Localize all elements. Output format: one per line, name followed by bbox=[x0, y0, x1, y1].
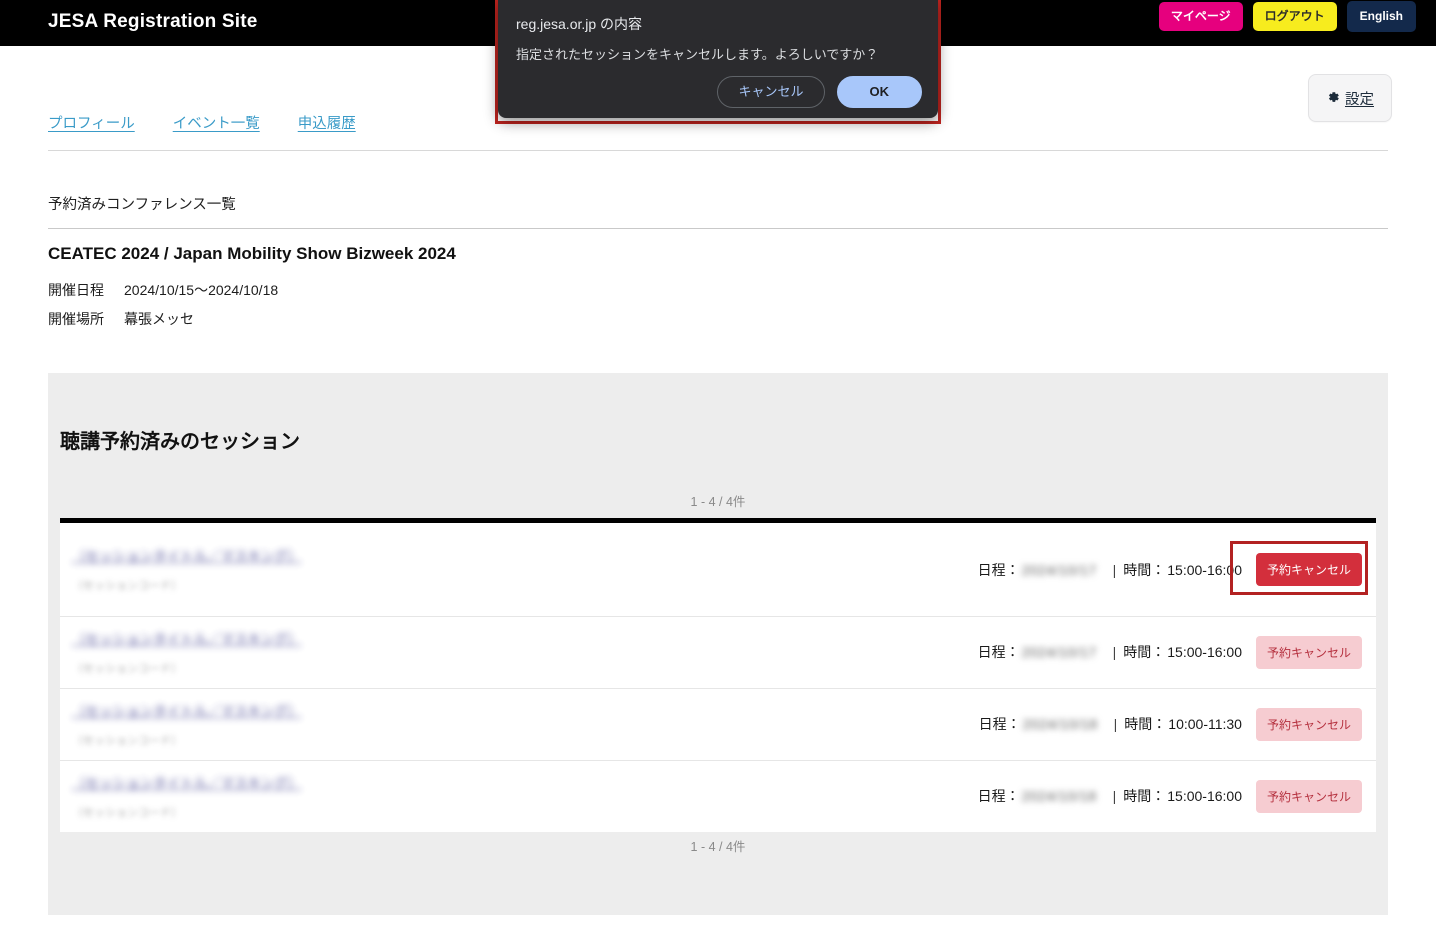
sessions-table: （セッションタイトル／マスキング） （セッションコード） 日程： 2024/10… bbox=[60, 518, 1376, 832]
dialog-origin: reg.jesa.or.jp の内容 bbox=[516, 16, 643, 32]
dialog-ok-button[interactable]: OK bbox=[836, 75, 922, 108]
table-row: （セッションタイトル／マスキング） （セッションコード） 日程： 2024/10… bbox=[60, 761, 1376, 832]
nav-link-profile[interactable]: プロフィール bbox=[48, 112, 135, 133]
meta-key-dates: 開催日程 bbox=[48, 282, 104, 298]
conference-meta: 開催日程 2024/10/15〜2024/10/18 開催場所 幕張メッセ bbox=[48, 280, 278, 338]
meta-key-venue: 開催場所 bbox=[48, 311, 104, 327]
dialog-actions: キャンセル OK bbox=[717, 75, 922, 108]
table-row: （セッションタイトル／マスキング） （セッションコード） 日程： 2024/10… bbox=[60, 617, 1376, 689]
conference-meta-row: 開催日程 2024/10/15〜2024/10/18 bbox=[48, 280, 278, 300]
date-label: 日程： bbox=[978, 716, 1021, 733]
session-schedule: 日程： 2024/10/18 | 時間： 10:00-11:30 予約キャンセル bbox=[979, 707, 1362, 741]
time-label: 時間： bbox=[1124, 716, 1167, 733]
session-info: （セッションタイトル／マスキング） （セッションコード） bbox=[72, 546, 978, 593]
site-title: JESA Registration Site bbox=[48, 11, 258, 32]
session-subtitle: （セッションコード） bbox=[72, 734, 182, 747]
cancel-reservation-button[interactable]: 予約キャンセル bbox=[1255, 553, 1362, 586]
datetime-separator: | bbox=[1113, 716, 1118, 733]
datetime-separator: | bbox=[1112, 788, 1117, 805]
date-label: 日程： bbox=[977, 788, 1020, 805]
page-section-heading: 予約済みコンファレンス一覧 bbox=[48, 193, 1388, 229]
language-english-button[interactable]: English bbox=[1346, 1, 1416, 33]
app-page: JESA Registration Site マイページ ログアウト Engli… bbox=[0, 0, 1436, 930]
cancel-reservation-button[interactable]: 予約キャンセル bbox=[1255, 707, 1362, 741]
session-subtitle: （セッションコード） bbox=[72, 579, 182, 592]
cancel-reservation-button[interactable]: 予約キャンセル bbox=[1255, 779, 1362, 813]
table-row: （セッションタイトル／マスキング） （セッションコード） 日程： 2024/10… bbox=[60, 689, 1376, 761]
datetime-separator: | bbox=[1112, 561, 1117, 578]
session-schedule: 日程： 2024/10/18 | 時間： 15:00-16:00 予約キャンセル bbox=[978, 779, 1362, 813]
meta-value-venue: 幕張メッセ bbox=[124, 311, 194, 327]
session-title-link[interactable]: （セッションタイトル／マスキング） bbox=[72, 776, 301, 791]
nav-link-application-history[interactable]: 申込履歴 bbox=[298, 112, 356, 133]
session-date-value: 2024/10/17 bbox=[1021, 561, 1097, 578]
session-datetime: 日程： 2024/10/18 | 時間： 10:00-11:30 bbox=[979, 714, 1242, 734]
session-datetime: 日程： 2024/10/17 | 時間： 15:00-16:00 bbox=[978, 560, 1242, 580]
pagination-bottom: 1 - 4 / 4件 bbox=[690, 840, 746, 854]
session-date-value: 2024/10/18 bbox=[1022, 716, 1098, 733]
session-date-value: 2024/10/18 bbox=[1021, 788, 1097, 805]
time-label: 時間： bbox=[1123, 644, 1166, 661]
conference-title: CEATEC 2024 / Japan Mobility Show Bizwee… bbox=[48, 244, 456, 263]
date-label: 日程： bbox=[977, 644, 1020, 661]
session-subtitle: （セッションコード） bbox=[72, 806, 182, 819]
nav-link-event-list[interactable]: イベント一覧 bbox=[173, 112, 260, 133]
confirm-dialog: reg.jesa.or.jp の内容 指定されたセッションをキャンセルします。よ… bbox=[498, 0, 938, 118]
session-info: （セッションタイトル／マスキング） （セッションコード） bbox=[72, 773, 978, 820]
session-time-value: 15:00-16:00 bbox=[1167, 561, 1242, 578]
logout-button[interactable]: ログアウト bbox=[1252, 2, 1337, 32]
session-title-link[interactable]: （セッションタイトル／マスキング） bbox=[72, 549, 301, 564]
session-title-link[interactable]: （セッションタイトル／マスキング） bbox=[72, 704, 301, 719]
session-title-link[interactable]: （セッションタイトル／マスキング） bbox=[72, 632, 301, 647]
dialog-cancel-button[interactable]: キャンセル bbox=[717, 75, 825, 108]
session-datetime: 日程： 2024/10/18 | 時間： 15:00-16:00 bbox=[978, 786, 1242, 806]
session-schedule: 日程： 2024/10/17 | 時間： 15:00-16:00 予約キャンセル bbox=[978, 553, 1362, 586]
session-info: （セッションタイトル／マスキング） （セッションコード） bbox=[72, 701, 979, 748]
mypage-button[interactable]: マイページ bbox=[1158, 2, 1243, 32]
table-row: （セッションタイトル／マスキング） （セッションコード） 日程： 2024/10… bbox=[60, 523, 1376, 617]
session-schedule: 日程： 2024/10/17 | 時間： 15:00-16:00 予約キャンセル bbox=[978, 635, 1362, 669]
session-date-value: 2024/10/17 bbox=[1021, 644, 1097, 661]
reserved-sessions-panel: 聴講予約済みのセッション 1 - 4 / 4件 （セッションタイトル／マスキング… bbox=[48, 373, 1388, 915]
date-label: 日程： bbox=[977, 561, 1020, 578]
settings-label: 設定 bbox=[1345, 91, 1374, 108]
dialog-message: 指定されたセッションをキャンセルします。よろしいですか？ bbox=[516, 47, 879, 62]
gear-icon bbox=[1326, 90, 1340, 106]
session-time-value: 10:00-11:30 bbox=[1168, 716, 1242, 733]
conference-meta-row: 開催場所 幕張メッセ bbox=[48, 309, 278, 329]
session-subtitle: （セッションコード） bbox=[72, 662, 182, 675]
session-datetime: 日程： 2024/10/17 | 時間： 15:00-16:00 bbox=[978, 642, 1242, 662]
settings-button[interactable]: 設定 bbox=[1308, 74, 1392, 122]
time-label: 時間： bbox=[1123, 561, 1166, 578]
session-info: （セッションタイトル／マスキング） （セッションコード） bbox=[72, 629, 978, 676]
top-bar-actions: マイページ ログアウト English bbox=[1158, 1, 1416, 33]
pagination-top: 1 - 4 / 4件 bbox=[690, 495, 746, 509]
cancel-reservation-button[interactable]: 予約キャンセル bbox=[1255, 635, 1362, 669]
meta-value-dates: 2024/10/15〜2024/10/18 bbox=[124, 282, 279, 298]
session-time-value: 15:00-16:00 bbox=[1167, 644, 1242, 661]
sessions-panel-title: 聴講予約済みのセッション bbox=[60, 431, 300, 453]
session-time-value: 15:00-16:00 bbox=[1167, 788, 1242, 805]
time-label: 時間： bbox=[1123, 788, 1166, 805]
datetime-separator: | bbox=[1112, 644, 1117, 661]
